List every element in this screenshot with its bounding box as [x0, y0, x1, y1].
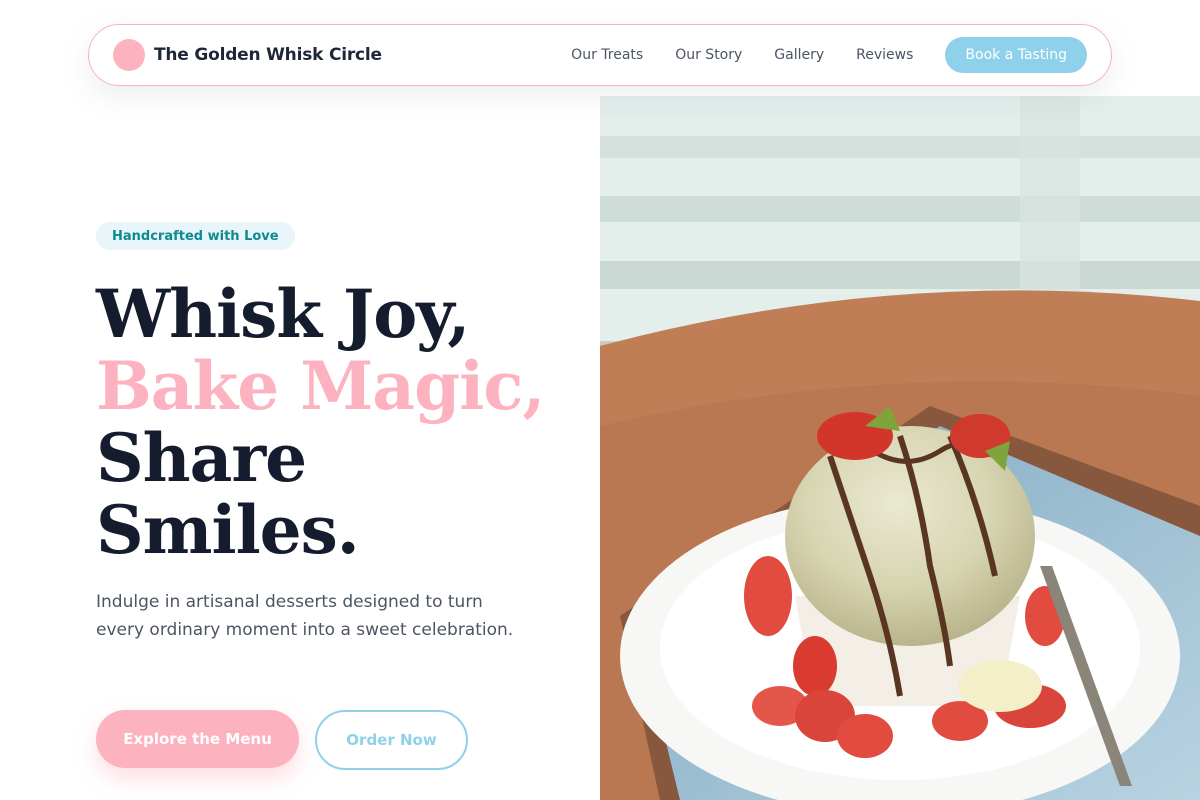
hero-headline: Whisk Joy, Bake Magic, Share Smiles. — [96, 278, 596, 566]
nav-links: Our Treats Our Story Gallery Reviews Boo… — [571, 37, 1087, 73]
brand-name[interactable]: The Golden Whisk Circle — [154, 45, 382, 65]
order-now-button[interactable]: Order Now — [315, 710, 468, 770]
hero-subtext: Indulge in artisanal desserts designed t… — [96, 592, 514, 640]
headline-line-2: Bake Magic, — [96, 347, 545, 425]
nav-link-reviews[interactable]: Reviews — [856, 47, 913, 63]
nav-link-our-story[interactable]: Our Story — [675, 47, 742, 63]
nav-link-gallery[interactable]: Gallery — [774, 47, 824, 63]
explore-menu-button[interactable]: Explore the Menu — [96, 710, 299, 768]
book-tasting-button[interactable]: Book a Tasting — [945, 37, 1087, 73]
logo-circle-icon[interactable] — [113, 39, 145, 71]
navbar: The Golden Whisk Circle Our Treats Our S… — [88, 24, 1112, 86]
headline-line-4: Smiles. — [96, 491, 360, 569]
headline-line-1: Whisk Joy, — [96, 275, 470, 353]
hero-dessert-image — [600, 96, 1200, 800]
headline-line-3: Share — [96, 419, 307, 497]
hero-badge: Handcrafted with Love — [96, 222, 295, 250]
nav-link-our-treats[interactable]: Our Treats — [571, 47, 643, 63]
